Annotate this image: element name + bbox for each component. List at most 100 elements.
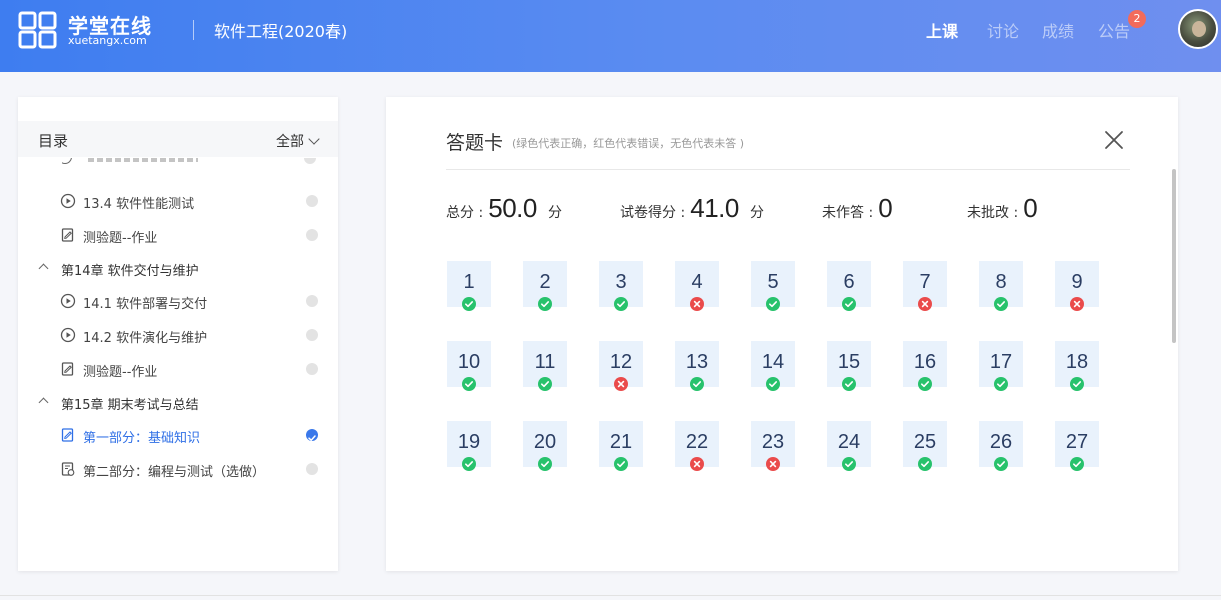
question-tile[interactable]: 10	[447, 341, 491, 391]
question-tile[interactable]: 6	[827, 261, 871, 311]
question-tile[interactable]: 5	[751, 261, 795, 311]
edit-document-icon	[61, 428, 74, 442]
question-number: 26	[989, 431, 1013, 453]
question-tile[interactable]: 19	[447, 421, 491, 471]
list-item-quiz-current[interactable]: 第一部分：基础知识	[18, 418, 338, 452]
notice-badge: 2	[1128, 10, 1146, 28]
status-dot	[306, 463, 318, 475]
top-header: 学堂在线 xuetangx.com 软件工程(2020春) 上课 讨论 成绩 公…	[0, 0, 1221, 72]
correct-check-icon	[462, 457, 476, 471]
list-item-video[interactable]: 14.2 软件演化与维护	[18, 318, 338, 352]
correct-check-icon	[614, 457, 628, 471]
chapter-header[interactable]: 第14章 软件交付与维护	[18, 251, 338, 285]
wrong-cross-icon	[918, 297, 932, 311]
correct-check-icon	[538, 297, 552, 311]
play-circle-icon	[60, 193, 76, 209]
question-tile[interactable]: 14	[751, 341, 795, 391]
question-tile[interactable]: 27	[1055, 421, 1099, 471]
answer-card-panel: 答题卡 (绿色代表正确，红色代表错误，无色代表未答 ) 总分 : 50.0 分 …	[386, 97, 1178, 571]
question-number: 16	[913, 351, 937, 373]
question-tile[interactable]: 11	[523, 341, 567, 391]
list-item-video[interactable]: 14.1 软件部署与交付	[18, 284, 338, 318]
edit-document-icon	[61, 228, 74, 242]
question-tile[interactable]: 15	[827, 341, 871, 391]
question-number: 14	[761, 351, 785, 373]
question-number: 24	[837, 431, 861, 453]
question-tile[interactable]: 12	[599, 341, 643, 391]
question-tile[interactable]: 24	[827, 421, 871, 471]
question-number: 11	[534, 351, 556, 373]
nav-grades[interactable]: 成绩	[1042, 18, 1074, 42]
question-number: 19	[457, 431, 481, 453]
stat-total: 总分 : 50.0 分	[446, 193, 562, 224]
list-item-label: 14.1 软件部署与交付	[83, 297, 208, 312]
question-tile[interactable]: 13	[675, 341, 719, 391]
question-tile[interactable]: 2	[523, 261, 567, 311]
stat-unanswered-value: 0	[878, 193, 893, 223]
question-number: 27	[1065, 431, 1089, 453]
list-item-quiz[interactable]: 测验题--作业	[18, 352, 338, 386]
question-tile[interactable]: 8	[979, 261, 1023, 311]
question-tile[interactable]: 20	[523, 421, 567, 471]
outline-filter-select[interactable]: 全部	[276, 131, 304, 151]
question-number: 25	[913, 431, 937, 453]
question-number: 6	[843, 271, 855, 293]
status-dot	[306, 295, 318, 307]
question-tile[interactable]: 17	[979, 341, 1023, 391]
correct-check-icon	[994, 377, 1008, 391]
question-tile[interactable]: 3	[599, 261, 643, 311]
chapter-label: 第15章 期末考试与总结	[61, 398, 199, 413]
list-item-label: 测验题--作业	[83, 231, 158, 246]
stat-score: 试卷得分 : 41.0 分	[620, 193, 764, 224]
correct-check-icon	[462, 297, 476, 311]
correct-check-icon	[538, 377, 552, 391]
stat-total-value: 50.0	[488, 193, 537, 223]
question-tile[interactable]: 9	[1055, 261, 1099, 311]
question-tile[interactable]: 1	[447, 261, 491, 311]
question-tile[interactable]: 18	[1055, 341, 1099, 391]
scrollbar-thumb[interactable]	[1172, 169, 1176, 343]
question-number: 17	[989, 351, 1013, 373]
list-item-video[interactable]: 13.4 软件性能测试	[18, 184, 338, 218]
chevron-up-icon[interactable]	[38, 263, 49, 274]
divider	[446, 169, 1130, 170]
close-icon[interactable]	[1104, 130, 1124, 150]
correct-check-icon	[1070, 457, 1084, 471]
list-item-exam[interactable]: 第二部分：编程与测试（选做）	[18, 452, 338, 486]
correct-check-icon	[690, 377, 704, 391]
wrong-cross-icon	[1070, 297, 1084, 311]
nav-announcements[interactable]: 公告	[1098, 18, 1130, 42]
correct-check-icon	[842, 377, 856, 391]
chevron-down-icon[interactable]	[308, 133, 320, 145]
question-number: 9	[1071, 271, 1083, 293]
question-tile[interactable]: 22	[675, 421, 719, 471]
list-item-label: 13.4 软件性能测试	[83, 197, 195, 212]
question-tile[interactable]: 25	[903, 421, 947, 471]
header-divider	[193, 20, 194, 40]
question-number: 10	[457, 351, 481, 373]
question-tile[interactable]: 26	[979, 421, 1023, 471]
question-tile[interactable]: 21	[599, 421, 643, 471]
chevron-up-icon[interactable]	[38, 397, 49, 408]
nav-class[interactable]: 上课	[926, 18, 958, 42]
stat-unanswered-label: 未作答 :	[822, 205, 874, 221]
correct-check-icon	[462, 377, 476, 391]
question-number: 23	[761, 431, 785, 453]
user-avatar[interactable]	[1178, 9, 1218, 49]
question-tile[interactable]: 4	[675, 261, 719, 311]
question-number: 22	[685, 431, 709, 453]
nav-discussion[interactable]: 讨论	[987, 18, 1019, 42]
question-tile[interactable]: 16	[903, 341, 947, 391]
status-dot	[306, 229, 318, 241]
question-number: 8	[995, 271, 1007, 293]
chapter-label: 第14章 软件交付与维护	[61, 264, 199, 279]
chapter-header[interactable]: 第15章 期末考试与总结	[18, 385, 338, 419]
course-outline-sidebar: 目录 全部 13.4 软件性能测试 测验题--作业 第14章 软件交付与维护 1…	[18, 97, 338, 571]
question-tile[interactable]: 23	[751, 421, 795, 471]
list-item-quiz[interactable]: 测验题--作业	[18, 218, 338, 252]
question-tile[interactable]: 7	[903, 261, 947, 311]
xuetangx-logo-icon[interactable]	[18, 10, 58, 50]
logo-domain[interactable]: xuetangx.com	[68, 34, 147, 47]
question-number: 21	[609, 431, 633, 453]
stat-total-unit: 分	[547, 205, 562, 221]
